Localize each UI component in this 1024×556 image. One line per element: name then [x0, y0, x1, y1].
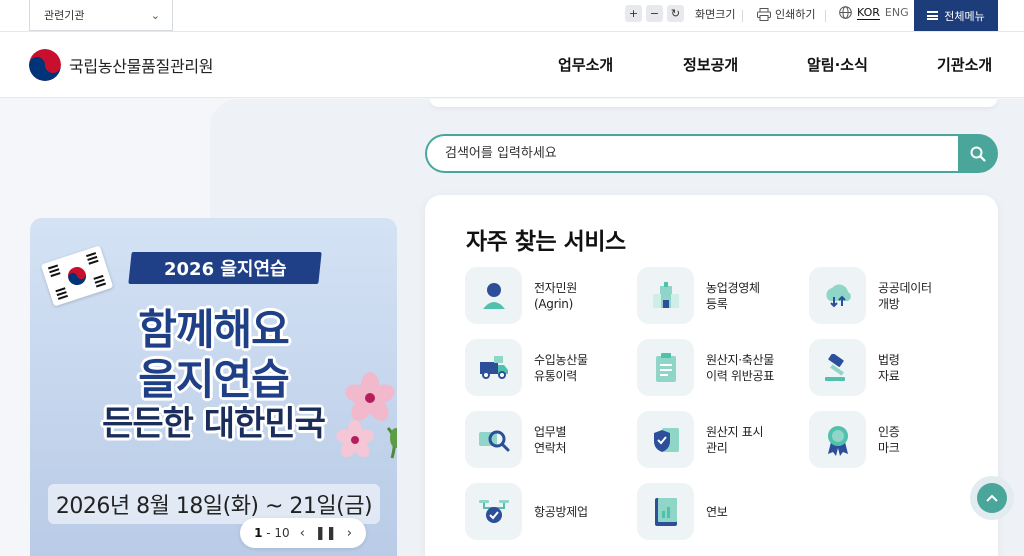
next-arrow-icon[interactable]: ›	[347, 526, 352, 541]
search-box	[425, 134, 959, 173]
banner-ribbon: 2026 을지연습	[128, 252, 322, 284]
service-annual-report[interactable]: 연보	[637, 483, 728, 540]
nav-item-about[interactable]: 기관소개	[937, 54, 992, 75]
quick-services-card: 자주 찾는 서비스 전자민원 (Agrin) 농업경영체 등록 공공데이터 개방…	[425, 195, 998, 556]
service-label: 인증 마크	[878, 424, 900, 455]
related-sites-select[interactable]: 관련기관 ⌄	[29, 0, 173, 31]
zoom-label: 화면크기	[695, 7, 736, 21]
service-label: 업무별 연락처	[534, 424, 567, 455]
logo-text: 국립농산물품질관리원	[69, 57, 214, 76]
service-e-petition[interactable]: 전자민원 (Agrin)	[465, 267, 577, 324]
mugunghwa-flower-icon	[336, 372, 397, 459]
service-certification[interactable]: 인증 마크	[809, 411, 900, 468]
zoom-controls: + − ↻ 화면크기	[625, 5, 735, 22]
service-label: 항공방제업	[534, 504, 588, 519]
print-label: 인쇄하기	[775, 8, 816, 21]
service-aerial-spraying[interactable]: 항공방제업	[465, 483, 588, 540]
service-import-tracking[interactable]: 수입농산물 유통이력	[465, 339, 588, 396]
site-logo[interactable]: 국립농산물품질관리원	[29, 49, 214, 81]
search-icon	[970, 146, 986, 162]
service-label: 원산지 표시 관리	[706, 424, 764, 455]
scroll-to-top-button[interactable]	[970, 476, 1014, 520]
truck-icon	[465, 339, 522, 396]
service-origin-violation[interactable]: 원산지·축산물 이력 위반공표	[637, 339, 774, 396]
building-icon	[637, 267, 694, 324]
zoom-in-button[interactable]: +	[625, 5, 642, 22]
service-public-data[interactable]: 공공데이터 개방	[809, 267, 932, 324]
utility-bar: 관련기관 ⌄ + − ↻ 화면크기 인쇄하기 KOR ENG 전체메뉴	[0, 0, 1024, 32]
drone-icon	[465, 483, 522, 540]
print-button[interactable]: 인쇄하기	[757, 6, 815, 22]
language-switch: KOR ENG	[839, 6, 909, 19]
pager-total: - 10	[266, 526, 290, 540]
lang-kor-link[interactable]: KOR	[857, 6, 880, 19]
zoom-out-button[interactable]: −	[646, 5, 663, 22]
zoom-reset-button[interactable]: ↻	[667, 5, 684, 22]
clipboard-icon	[637, 339, 694, 396]
service-farm-registration[interactable]: 농업경영체 등록	[637, 267, 760, 324]
service-label: 연보	[706, 504, 728, 519]
pause-icon[interactable]: ❚❚	[315, 526, 337, 541]
service-label: 수입농산물 유통이력	[534, 352, 588, 383]
service-contacts[interactable]: 업무별 연락처	[465, 411, 567, 468]
search-card-icon	[465, 411, 522, 468]
banner-ribbon-text: 2026 을지연습	[163, 259, 287, 280]
person-icon	[465, 267, 522, 324]
cloud-data-icon	[809, 267, 866, 324]
chevron-up-icon	[977, 483, 1007, 513]
services-title: 자주 찾는 서비스	[466, 229, 626, 255]
badge-icon	[809, 411, 866, 468]
service-label: 공공데이터 개방	[878, 280, 932, 311]
banner-pager: 1 - 10 ‹ ❚❚ ›	[240, 518, 366, 548]
divider	[742, 10, 743, 22]
shield-doc-icon	[637, 411, 694, 468]
all-menu-button[interactable]: 전체메뉴	[914, 0, 998, 31]
search-input[interactable]	[427, 136, 959, 171]
nav-item-info[interactable]: 정보공개	[683, 54, 738, 75]
all-menu-label: 전체메뉴	[944, 9, 985, 23]
menu-drop-edge	[430, 99, 997, 107]
globe-icon	[839, 6, 852, 19]
printer-icon	[757, 7, 771, 21]
taegeuk-emblem-icon	[29, 49, 61, 81]
service-label: 원산지·축산물 이력 위반공표	[706, 352, 774, 383]
book-icon	[637, 483, 694, 540]
hamburger-icon	[927, 11, 939, 20]
divider	[825, 10, 826, 22]
chevron-down-icon: ⌄	[150, 8, 160, 22]
pager-current: 1	[254, 526, 263, 540]
nav-item-news[interactable]: 알림·소식	[807, 54, 868, 75]
search-button[interactable]	[958, 134, 998, 173]
service-laws[interactable]: 법령 자료	[809, 339, 900, 396]
promo-banner[interactable]: 2026 을지연습 함께해요 을지연습 든든한 대한민국 2026년 8월 18…	[30, 218, 397, 556]
service-origin-labeling[interactable]: 원산지 표시 관리	[637, 411, 764, 468]
gavel-icon	[809, 339, 866, 396]
prev-arrow-icon[interactable]: ‹	[300, 526, 305, 541]
nav-item-business[interactable]: 업무소개	[558, 54, 613, 75]
related-sites-label: 관련기관	[44, 9, 85, 22]
service-label: 농업경영체 등록	[706, 280, 760, 311]
service-label: 전자민원 (Agrin)	[534, 280, 577, 311]
main-header: 국립농산물품질관리원 업무소개 정보공개 알림·소식 기관소개	[0, 32, 1024, 98]
lang-eng-link[interactable]: ENG	[885, 6, 909, 19]
service-label: 법령 자료	[878, 352, 900, 383]
